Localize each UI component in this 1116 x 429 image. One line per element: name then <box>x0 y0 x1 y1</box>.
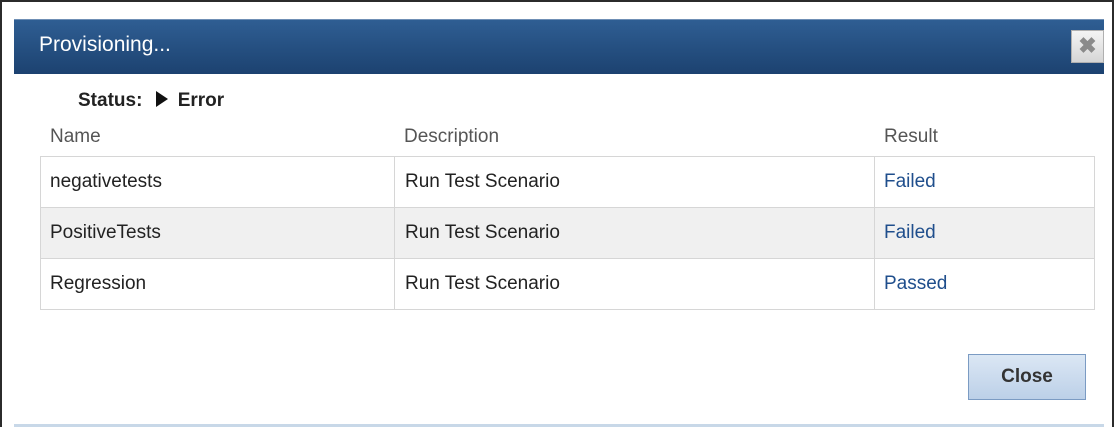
cell-description: Run Test Scenario <box>394 207 875 259</box>
cell-name: Regression <box>40 258 395 310</box>
play-triangle-icon <box>155 91 168 107</box>
provisioning-dialog: Provisioning... ✖ Status: Error Name Des… <box>0 0 1114 427</box>
cell-name: PositiveTests <box>40 207 395 259</box>
dialog-title: Provisioning... <box>39 33 171 56</box>
dialog-bottom-edge <box>14 424 1104 427</box>
cell-description: Run Test Scenario <box>394 156 875 208</box>
results-table: negativetests Run Test Scenario Failed P… <box>40 156 1095 310</box>
cell-result: Failed <box>874 156 1095 208</box>
column-header-name: Name <box>50 126 101 147</box>
close-icon[interactable]: ✖ <box>1071 30 1104 63</box>
table-row: PositiveTests Run Test Scenario Failed <box>40 207 1095 259</box>
table-row: negativetests Run Test Scenario Failed <box>40 156 1095 208</box>
dialog-titlebar: Provisioning... ✖ <box>14 19 1104 74</box>
close-button[interactable]: Close <box>968 354 1086 400</box>
cell-result: Passed <box>874 258 1095 310</box>
status-value: Error <box>177 90 225 111</box>
column-header-result: Result <box>884 126 938 147</box>
cell-name: negativetests <box>40 156 395 208</box>
cell-result: Failed <box>874 207 1095 259</box>
status-line: Status: Error <box>78 90 224 112</box>
cell-description: Run Test Scenario <box>394 258 875 310</box>
table-row: Regression Run Test Scenario Passed <box>40 258 1095 310</box>
column-header-description: Description <box>404 126 500 147</box>
status-label: Status: <box>78 90 143 111</box>
